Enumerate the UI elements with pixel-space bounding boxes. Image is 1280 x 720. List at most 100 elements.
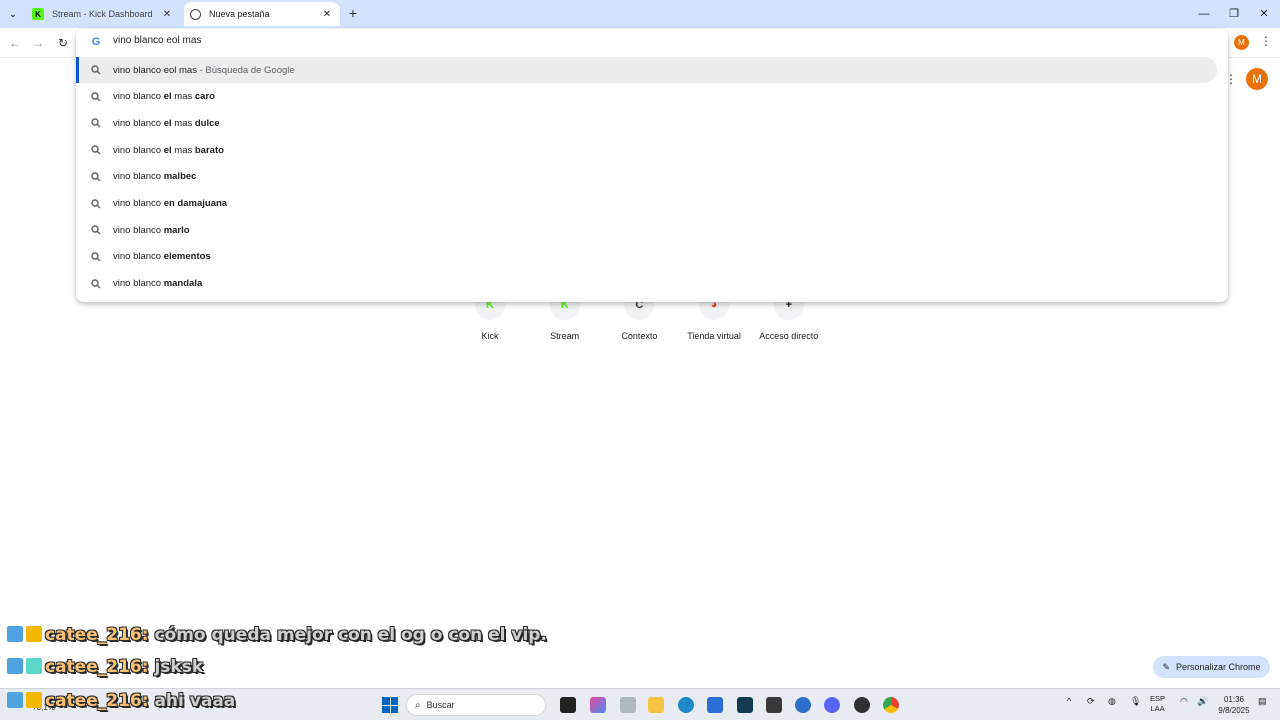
- tab-strip: ⌄ K Stream - Kick Dashboard ✕ Nueva pest…: [0, 0, 1280, 28]
- sync-icon[interactable]: ⟳: [1087, 696, 1095, 707]
- omnibox-input-row: G: [76, 29, 1228, 55]
- suggestion-bold-mid: el: [163, 144, 172, 156]
- shortcut-label: Acceso directo: [759, 331, 819, 341]
- restore-icon[interactable]: ❐: [1226, 6, 1242, 22]
- copilot-icon[interactable]: [590, 697, 606, 713]
- lang-layout: LAA: [1150, 704, 1165, 713]
- suggestion-bold-mid: el: [163, 117, 172, 129]
- omnibox-suggestion[interactable]: vino blanco el mas barato: [76, 137, 1217, 163]
- omnibox-suggestion[interactable]: vino blanco elementos: [76, 244, 1217, 270]
- taskbar-search-label: Buscar: [426, 700, 455, 710]
- shortcut-label: Stream: [550, 331, 580, 341]
- taskbar-search-input[interactable]: ⌕ Buscar: [406, 694, 546, 716]
- app-icon[interactable]: [737, 697, 753, 713]
- suggestion-text: vino blanco el mas dulce: [113, 118, 220, 129]
- clock[interactable]: 01:36 9/8/2025: [1214, 694, 1254, 716]
- crown-badge-icon: [26, 626, 42, 642]
- avatar[interactable]: M: [1246, 68, 1268, 90]
- address-bar-input[interactable]: [113, 35, 713, 46]
- search-icon: [91, 145, 101, 155]
- suggestion-prefix: vino blanco: [113, 144, 164, 156]
- pencil-icon: ✎: [1162, 661, 1170, 672]
- suggestion-bold: mandala: [163, 278, 203, 290]
- suggestion-prefix: vino blanco eol mas: [113, 64, 197, 76]
- suggestion-text: vino blanco malbec: [113, 171, 196, 182]
- search-icon: [91, 225, 101, 235]
- google-icon: G: [91, 36, 101, 48]
- search-icon: [91, 65, 101, 75]
- edge-icon[interactable]: [678, 697, 694, 713]
- search-icon: [91, 198, 101, 208]
- customize-chrome-button[interactable]: ✎ Personalizar Chrome: [1153, 656, 1270, 678]
- app-icon[interactable]: [620, 697, 636, 713]
- suggestion-text: vino blanco el mas barato: [113, 145, 224, 156]
- store-icon[interactable]: [707, 697, 723, 713]
- suggestion-bold: barato: [194, 144, 224, 156]
- chevron-up-icon[interactable]: ^: [1067, 696, 1071, 706]
- app-icon[interactable]: [795, 697, 811, 713]
- task-view-icon[interactable]: [560, 697, 576, 713]
- sub-badge-icon: [26, 658, 42, 674]
- forward-arrow-icon[interactable]: →: [30, 35, 46, 51]
- sword-badge-icon: [7, 692, 23, 708]
- chat-text: ahi vaaa: [148, 691, 236, 711]
- avatar[interactable]: M: [1234, 35, 1249, 50]
- lang-code: ESP: [1150, 694, 1166, 703]
- discord-icon[interactable]: [824, 697, 840, 713]
- tab-search-chevron-icon[interactable]: ⌄: [4, 5, 22, 23]
- close-icon[interactable]: ✕: [320, 7, 334, 21]
- minimize-icon[interactable]: —: [1196, 6, 1212, 22]
- tab-kick-dashboard[interactable]: K Stream - Kick Dashboard ✕: [26, 2, 180, 26]
- network-icon[interactable]: ◍: [1108, 696, 1116, 707]
- omnibox-suggestion[interactable]: vino blanco malbec: [76, 164, 1217, 190]
- suggestion-mid: mas: [171, 91, 195, 103]
- suggestion-bold: caro: [194, 91, 215, 103]
- shortcut-label: Contexto: [621, 331, 658, 341]
- language-indicator[interactable]: ESP LAA: [1150, 694, 1165, 714]
- app-icon[interactable]: [766, 697, 782, 713]
- suggestion-bold: marlo: [163, 224, 190, 236]
- volume-icon[interactable]: 🔊: [1197, 696, 1208, 707]
- shortcut-label: Tienda virtual: [687, 331, 741, 341]
- reload-icon[interactable]: ↻: [55, 35, 71, 51]
- microphone-icon[interactable]: 🎙: [1130, 696, 1141, 707]
- obs-icon[interactable]: [854, 697, 870, 713]
- more-menu-icon[interactable]: ⋮: [1260, 34, 1272, 50]
- file-explorer-icon[interactable]: [648, 697, 664, 713]
- sword-badge-icon: [7, 626, 23, 642]
- customize-chrome-label: Personalizar Chrome: [1176, 662, 1261, 672]
- suggestion-suffix: - Búsqueda de Google: [196, 64, 295, 76]
- suggestion-bold: dulce: [194, 117, 220, 129]
- omnibox-suggestion[interactable]: vino blanco mandala: [76, 271, 1217, 297]
- search-icon: [91, 252, 101, 262]
- start-windows-icon[interactable]: [382, 697, 398, 713]
- suggestion-prefix: vino blanco: [113, 91, 164, 103]
- search-icon: [91, 278, 101, 289]
- omnibox-dropdown: G vino blanco eol mas - Búsqueda de Goog…: [76, 29, 1228, 302]
- suggestion-text: vino blanco el mas caro: [113, 91, 215, 102]
- tab-new-tab[interactable]: Nueva pestaña ✕: [184, 2, 340, 26]
- tab-title: Stream - Kick Dashboard: [52, 9, 153, 19]
- back-arrow-icon[interactable]: ←: [7, 35, 23, 51]
- omnibox-suggestion[interactable]: vino blanco marlo: [76, 217, 1217, 243]
- chat-text: cómo queda mejor con el og o con el vip.: [148, 625, 547, 645]
- suggestion-prefix: vino blanco: [113, 251, 164, 263]
- omnibox-suggestion[interactable]: vino blanco el mas dulce: [76, 110, 1217, 136]
- search-icon: [91, 91, 101, 102]
- close-window-icon[interactable]: ✕: [1256, 6, 1272, 22]
- omnibox-suggestion[interactable]: vino blanco el mas caro: [76, 84, 1217, 110]
- omnibox-suggestion[interactable]: vino blanco eol mas - Búsqueda de Google: [76, 57, 1217, 83]
- omnibox-suggestion[interactable]: vino blanco en damajuana: [76, 191, 1217, 217]
- notification-icon[interactable]: ▤: [1258, 696, 1267, 707]
- new-tab-plus-icon[interactable]: +: [346, 6, 360, 20]
- suggestion-bold: en damajuana: [163, 198, 228, 209]
- chat-username: catee_216:: [45, 657, 149, 677]
- crown-badge-icon: [26, 692, 42, 708]
- wifi-icon[interactable]: ◠: [1180, 696, 1188, 707]
- suggestion-prefix: vino blanco: [113, 117, 164, 129]
- chrome-icon[interactable]: [883, 697, 899, 713]
- chat-username: catee_216:: [45, 625, 149, 645]
- suggestion-prefix: vino blanco: [113, 278, 164, 290]
- suggestion-text: vino blanco eol mas - Búsqueda de Google: [113, 65, 295, 76]
- close-icon[interactable]: ✕: [160, 7, 174, 21]
